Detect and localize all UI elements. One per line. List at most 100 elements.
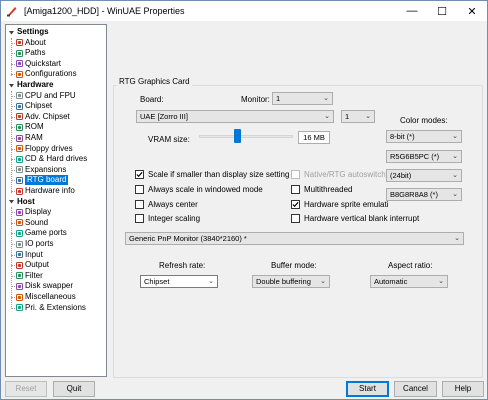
- checkbox-box[interactable]: [291, 185, 300, 194]
- tree-item-label: RAM: [25, 133, 43, 142]
- chevron-down-icon: ⌄: [452, 153, 458, 160]
- tree-category-host[interactable]: Host: [8, 197, 35, 207]
- board-count-select[interactable]: 1 ⌄: [341, 110, 375, 123]
- tree-item-sound[interactable]: Sound: [16, 218, 48, 228]
- always-scale-windowed-checkbox[interactable]: Always scale in windowed mode: [135, 184, 263, 195]
- tree-item-label: ROM: [25, 122, 44, 132]
- close-button[interactable]: ✕: [457, 1, 487, 21]
- checkbox-box[interactable]: [291, 214, 300, 223]
- checkbox-box[interactable]: [291, 170, 300, 179]
- buffer-mode-select[interactable]: Double buffering ⌄: [252, 275, 330, 288]
- hard-drive-icon: [16, 155, 23, 163]
- tree-item-rtg-board[interactable]: RTG board: [16, 175, 69, 186]
- display-device-select[interactable]: Generic PnP Monitor (3840*2160) * ⌄: [125, 232, 464, 245]
- hardware-vblank-interrupt-checkbox[interactable]: Hardware vertical blank interrupt: [291, 213, 419, 224]
- quit-button[interactable]: Quit: [53, 381, 95, 397]
- tree-item-output[interactable]: Output: [16, 260, 49, 270]
- vram-slider-thumb[interactable]: [233, 129, 241, 143]
- cancel-button[interactable]: Cancel: [394, 381, 437, 397]
- monitor-select[interactable]: 1 ⌄: [272, 92, 333, 105]
- tree-item-pri-extensions[interactable]: Pri. & Extensions: [16, 303, 86, 313]
- tree-item-cd-hard-drives[interactable]: CD & Hard drives: [16, 154, 87, 164]
- tree-item-display[interactable]: Display: [16, 207, 51, 217]
- about-icon: [16, 39, 23, 47]
- color-mode-16bit-select[interactable]: R5G6B5PC (*) ⌄: [386, 150, 462, 163]
- minimize-button[interactable]: —: [397, 1, 427, 21]
- checkbox-box[interactable]: [135, 214, 144, 223]
- chevron-down-icon: ⌄: [365, 113, 371, 120]
- window-title: [Amiga1200_HDD] - WinUAE Properties: [24, 6, 185, 16]
- tree-item-io-ports[interactable]: IO ports: [16, 239, 53, 249]
- tree-item-rom[interactable]: ROM: [16, 122, 44, 132]
- start-button[interactable]: Start: [346, 381, 389, 397]
- tree-item-about[interactable]: About: [16, 38, 46, 48]
- display-icon: [16, 208, 23, 216]
- reset-button[interactable]: Reset: [5, 381, 47, 397]
- checkbox-box[interactable]: [135, 200, 144, 209]
- hardware-sprite-emulation-checkbox[interactable]: Hardware sprite emulati: [291, 199, 388, 210]
- checkbox-box[interactable]: [135, 185, 144, 194]
- tree-item-expansions[interactable]: Expansions: [16, 165, 66, 175]
- tree-item-disk-swapper[interactable]: Disk swapper: [16, 281, 73, 291]
- integer-scaling-checkbox[interactable]: Integer scaling: [135, 213, 200, 224]
- tree-item-label: Settings: [17, 27, 49, 36]
- native-rtg-autoswitch-checkbox[interactable]: Native/RTG autoswitch: [291, 169, 386, 180]
- tree-item-quickstart[interactable]: Quickstart: [16, 59, 61, 69]
- chevron-down-icon: ⌄: [452, 191, 458, 198]
- expansions-icon: [16, 166, 23, 174]
- tree-item-chipset[interactable]: Chipset: [16, 101, 52, 111]
- aspect-ratio-select[interactable]: Automatic ⌄: [370, 275, 448, 288]
- checkbox-box[interactable]: [135, 170, 144, 179]
- color-mode-32bit-select[interactable]: B8G8R8A8 (*) ⌄: [386, 188, 462, 201]
- tree-item-label: Adv. Chipset: [25, 111, 70, 121]
- tree-item-adv-chipset[interactable]: Adv. Chipset: [16, 112, 70, 122]
- tree-item-miscellaneous[interactable]: Miscellaneous: [16, 292, 76, 302]
- checkbox-label: Hardware vertical blank interrupt: [304, 214, 420, 223]
- refresh-rate-select[interactable]: Chipset ⌄: [140, 275, 218, 288]
- floppy-icon: [16, 145, 23, 153]
- maximize-button[interactable]: ☐: [427, 1, 457, 21]
- help-button[interactable]: Help: [442, 381, 484, 397]
- tree-item-hardware-info[interactable]: Hardware info: [16, 186, 75, 196]
- tree-item-label: Chipset: [25, 101, 53, 111]
- tree-item-input[interactable]: Input: [16, 250, 43, 260]
- tree-category-hardware[interactable]: Hardware: [8, 80, 53, 90]
- tree-item-game-ports[interactable]: Game ports: [16, 228, 67, 238]
- color-mode-value: B8G8R8A8 (*): [390, 190, 438, 199]
- window-controls: — ☐ ✕: [397, 1, 487, 21]
- checkbox-label: Native/RTG autoswitch: [304, 170, 386, 179]
- board-count-value: 1: [345, 112, 350, 121]
- multithreaded-checkbox[interactable]: Multithreaded: [291, 184, 352, 195]
- tree-item-configurations[interactable]: Configurations: [16, 69, 77, 79]
- paths-icon: [16, 49, 23, 57]
- aspect-ratio-value: Automatic: [374, 277, 408, 286]
- tree-item-filter[interactable]: Filter: [16, 271, 43, 281]
- cpu-icon: [16, 92, 23, 100]
- collapse-caret-icon[interactable]: [8, 198, 15, 205]
- tree-item-label: CD & Hard drives: [25, 154, 88, 164]
- vram-size-label: VRAM size:: [148, 135, 190, 144]
- color-mode-24bit-select[interactable]: (24bit) ⌄: [386, 169, 462, 182]
- buffer-mode-label: Buffer mode:: [271, 261, 317, 270]
- tree-item-paths[interactable]: Paths: [16, 48, 45, 58]
- tree-item-cpu-and-fpu[interactable]: CPU and FPU: [16, 91, 76, 101]
- input-icon: [16, 251, 23, 259]
- board-select-value: UAE [Zorro III]: [140, 112, 188, 121]
- color-mode-8bit-select[interactable]: 8-bit (*) ⌄: [386, 130, 462, 143]
- tree-item-ram[interactable]: RAM: [16, 133, 43, 143]
- settings-tree[interactable]: Settings About Paths Quickstart Configuratio…: [5, 24, 107, 377]
- checkbox-label: Integer scaling: [148, 214, 201, 223]
- tree-category-settings[interactable]: Settings: [8, 27, 49, 37]
- title-bar: [Amiga1200_HDD] - WinUAE Properties — ☐ …: [1, 1, 487, 21]
- checkbox-box[interactable]: [291, 200, 300, 209]
- tree-item-label: Floppy drives: [25, 143, 73, 153]
- collapse-caret-icon[interactable]: [8, 82, 15, 89]
- scale-if-smaller-checkbox[interactable]: Scale if smaller than display size setti…: [135, 169, 289, 180]
- always-center-checkbox[interactable]: Always center: [135, 199, 198, 210]
- tree-item-label: Hardware: [17, 80, 54, 89]
- chevron-down-icon: ⌄: [454, 235, 460, 242]
- tree-item-floppy-drives[interactable]: Floppy drives: [16, 144, 73, 154]
- board-select[interactable]: UAE [Zorro III] ⌄: [136, 110, 334, 123]
- collapse-caret-icon[interactable]: [8, 29, 15, 36]
- vram-slider-track[interactable]: [199, 135, 293, 138]
